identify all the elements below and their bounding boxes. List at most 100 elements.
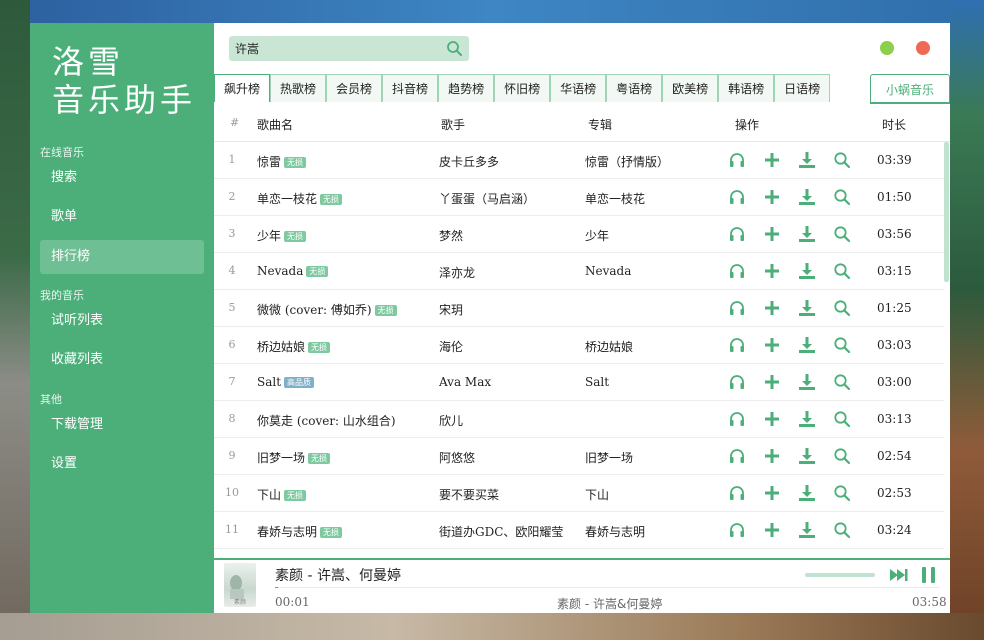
chart-tab[interactable]: 华语榜 (550, 74, 607, 102)
search-icon[interactable] (833, 484, 851, 502)
listen-icon[interactable] (728, 410, 746, 428)
row-number: 1 (228, 153, 236, 166)
download-icon[interactable] (798, 299, 816, 317)
table-row[interactable]: 3 少年 无损 梦然 少年 03:56 (214, 216, 944, 253)
download-icon[interactable] (798, 410, 816, 428)
search-icon[interactable] (833, 521, 851, 539)
table-row[interactable]: 10 下山 无损 要不要买菜 下山 02:53 (214, 475, 944, 512)
cover-caption: 素颜 (233, 599, 246, 606)
sidebar-item-trial-list[interactable]: 试听列表 (40, 304, 204, 338)
listen-icon[interactable] (728, 151, 746, 169)
app-window: 洛雪 音乐助手 在线音乐 搜索 歌单 排行榜 我的音乐 试听列表 收藏列表 其他… (30, 23, 950, 613)
table-row[interactable]: 2 单恋一枝花 无损 丫蛋蛋（马启涵） 单恋一枝花 01:50 (214, 179, 944, 216)
sidebar-item-search[interactable]: 搜索 (40, 161, 204, 195)
tab-source-xiaowo[interactable]: 小蜗音乐 (870, 74, 950, 104)
pause-icon[interactable] (920, 566, 938, 588)
chart-tab[interactable]: 抖音榜 (382, 74, 439, 102)
duration: 03:39 (877, 153, 912, 167)
player-bar: 素颜 素颜 - 许嵩、何曼婷 00:01 素颜 - 许嵩&何曼婷 03:58 (214, 558, 950, 613)
chart-tab[interactable]: 粤语榜 (606, 74, 663, 102)
listen-icon[interactable] (728, 484, 746, 502)
table-row[interactable]: 5 微微 (cover: 傅如乔) 无损 宋玥 01:25 (214, 290, 944, 327)
search-icon[interactable] (833, 151, 851, 169)
download-icon[interactable] (798, 225, 816, 243)
background-sky (0, 0, 984, 23)
add-icon[interactable] (763, 151, 781, 169)
listen-icon[interactable] (728, 373, 746, 391)
duration: 03:13 (877, 412, 912, 426)
add-icon[interactable] (763, 410, 781, 428)
listen-icon[interactable] (728, 188, 746, 206)
search-icon[interactable] (446, 40, 463, 61)
download-icon[interactable] (798, 447, 816, 465)
chart-tab[interactable]: 欧美榜 (662, 74, 719, 102)
singer: 宋玥 (439, 303, 464, 317)
quality-badge: 无损 (284, 157, 307, 168)
listen-icon[interactable] (728, 521, 746, 539)
table-row[interactable]: 6 桥边姑娘 无损 海伦 桥边姑娘 03:03 (214, 327, 944, 364)
row-actions (728, 188, 851, 206)
table-row[interactable]: 7 Salt 高品质 Ava Max Salt 03:00 (214, 364, 944, 401)
listen-icon[interactable] (728, 299, 746, 317)
table-row[interactable]: 1 惊雷 无损 皮卡丘多多 惊雷（抒情版） 03:39 (214, 142, 944, 179)
search-icon[interactable] (833, 336, 851, 354)
download-icon[interactable] (798, 151, 816, 169)
add-icon[interactable] (763, 373, 781, 391)
download-icon[interactable] (798, 373, 816, 391)
sidebar-item-favorites[interactable]: 收藏列表 (40, 343, 204, 377)
add-icon[interactable] (763, 484, 781, 502)
download-icon[interactable] (798, 336, 816, 354)
search-icon[interactable] (833, 447, 851, 465)
chart-tab[interactable]: 日语榜 (774, 74, 831, 102)
chart-tab[interactable]: 韩语榜 (718, 74, 775, 102)
listen-icon[interactable] (728, 447, 746, 465)
singer: 欣儿 (439, 414, 464, 428)
scrollbar[interactable] (944, 142, 949, 282)
download-icon[interactable] (798, 188, 816, 206)
sidebar-item-playlists[interactable]: 歌单 (40, 200, 204, 234)
chart-tab[interactable]: 会员榜 (326, 74, 383, 102)
close-button[interactable] (916, 41, 930, 55)
search-box (229, 36, 469, 61)
album-cover[interactable]: 素颜 (224, 563, 256, 607)
sidebar-item-settings[interactable]: 设置 (40, 447, 204, 481)
add-icon[interactable] (763, 262, 781, 280)
progress-bar[interactable] (275, 587, 940, 588)
chart-tab[interactable]: 飙升榜 (214, 74, 271, 102)
chart-tab[interactable]: 热歌榜 (270, 74, 327, 102)
add-icon[interactable] (763, 521, 781, 539)
table-row[interactable]: 4 Nevada 无损 泽亦龙 Nevada 03:15 (214, 253, 944, 290)
listen-icon[interactable] (728, 225, 746, 243)
chart-tab[interactable]: 怀旧榜 (494, 74, 551, 102)
logo-line-1: 洛雪 (52, 43, 125, 81)
download-icon[interactable] (798, 521, 816, 539)
table-row[interactable]: 8 你莫走 (cover: 山水组合) 欣儿 03:13 (214, 401, 944, 438)
next-track-icon[interactable] (889, 567, 909, 587)
singer: 海伦 (439, 340, 464, 354)
sidebar-item-charts[interactable]: 排行榜 (40, 240, 204, 274)
download-icon[interactable] (798, 262, 816, 280)
search-icon[interactable] (833, 410, 851, 428)
search-icon[interactable] (833, 299, 851, 317)
add-icon[interactable] (763, 299, 781, 317)
download-icon[interactable] (798, 484, 816, 502)
search-icon[interactable] (833, 225, 851, 243)
add-icon[interactable] (763, 225, 781, 243)
search-input[interactable] (229, 36, 434, 61)
table-header: # 歌曲名 歌手 专辑 操作 时长 (214, 106, 950, 142)
listen-icon[interactable] (728, 336, 746, 354)
table-row[interactable]: 9 旧梦一场 无损 阿悠悠 旧梦一场 02:54 (214, 438, 944, 475)
chart-tab[interactable]: 趋势榜 (438, 74, 495, 102)
minimize-button[interactable] (880, 41, 894, 55)
search-icon[interactable] (833, 188, 851, 206)
search-icon[interactable] (833, 373, 851, 391)
sidebar-item-downloads[interactable]: 下载管理 (40, 408, 204, 442)
add-icon[interactable] (763, 188, 781, 206)
quality-badge: 无损 (308, 453, 331, 464)
search-icon[interactable] (833, 262, 851, 280)
table-row[interactable]: 11 春娇与志明 无损 街道办GDC、欧阳耀莹 春娇与志明 03:24 (214, 512, 944, 549)
listen-icon[interactable] (728, 262, 746, 280)
add-icon[interactable] (763, 447, 781, 465)
volume-slider[interactable] (805, 573, 875, 577)
add-icon[interactable] (763, 336, 781, 354)
